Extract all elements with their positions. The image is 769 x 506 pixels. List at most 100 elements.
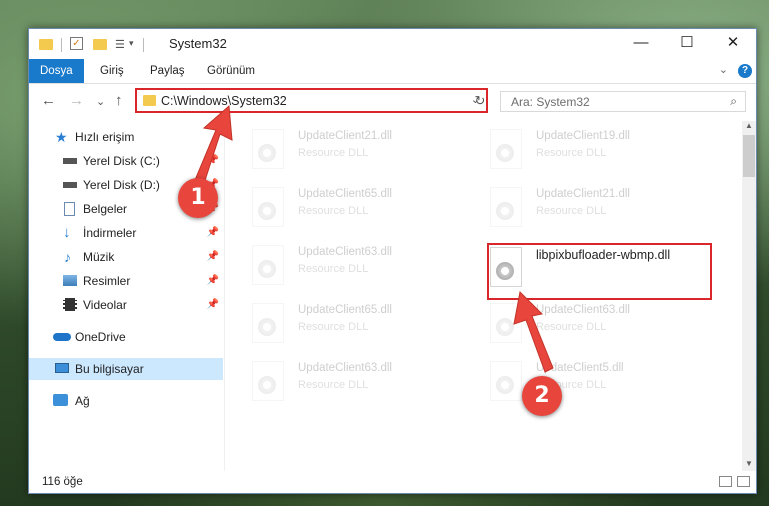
file-item[interactable]: UpdateClient21.dll Resource DLL bbox=[226, 125, 456, 173]
sidebar-item-label: Videolar bbox=[83, 298, 127, 312]
sidebar-item-quick-access[interactable]: ★ Hızlı erişim bbox=[29, 126, 223, 148]
file-item[interactable]: UpdateClient19.dll Resource DLL bbox=[464, 125, 694, 173]
file-item[interactable]: UpdateClient63.dll Resource DLL bbox=[226, 241, 456, 289]
sidebar-item-pictures[interactable]: Resimler 📌 bbox=[29, 270, 223, 292]
forward-button[interactable]: → bbox=[69, 92, 84, 109]
window-title: System32 bbox=[169, 36, 227, 51]
minimize-button[interactable]: — bbox=[618, 29, 664, 59]
folder-icon bbox=[143, 95, 156, 106]
file-list: UpdateClient21.dll Resource DLL UpdateCl… bbox=[226, 121, 738, 471]
sidebar-item-videos[interactable]: Videolar 📌 bbox=[29, 294, 223, 316]
search-input[interactable]: Ara: System32 ⌕ bbox=[500, 91, 746, 112]
file-type: Resource DLL bbox=[298, 205, 369, 217]
sidebar-item-network[interactable]: Ağ bbox=[29, 390, 223, 412]
sidebar-item-label: Ağ bbox=[75, 394, 90, 408]
gear-icon bbox=[258, 318, 276, 336]
network-icon bbox=[53, 394, 68, 406]
gear-icon bbox=[496, 318, 514, 336]
properties-icon[interactable]: ✓ bbox=[70, 37, 83, 50]
sidebar-item-this-pc[interactable]: Bu bilgisayar bbox=[29, 358, 223, 380]
file-item-libpixbufloader-wbmp[interactable]: libpixbufloader-wbmp.dll bbox=[490, 243, 730, 291]
file-type: Resource DLL bbox=[298, 321, 369, 333]
maximize-button[interactable]: ☐ bbox=[664, 29, 710, 59]
status-bar: 116 öğe bbox=[29, 471, 756, 493]
details-view-icon[interactable] bbox=[719, 476, 732, 487]
address-bar[interactable]: C:\Windows\System32 ⌄ bbox=[135, 88, 488, 113]
scroll-down-icon[interactable]: ▼ bbox=[742, 459, 756, 471]
sidebar-item-downloads[interactable]: ↓ İndirmeler 📌 bbox=[29, 222, 223, 244]
back-button[interactable]: ← bbox=[41, 92, 56, 109]
sidebar-item-music[interactable]: ♪ Müzik 📌 bbox=[29, 246, 223, 268]
step-2-badge: 2 bbox=[522, 376, 562, 416]
up-button[interactable]: ↑ bbox=[115, 92, 123, 109]
file-item[interactable]: UpdateClient65.dll Resource DLL bbox=[226, 183, 456, 231]
file-item[interactable]: UpdateClient63.dll Resource DLL bbox=[226, 357, 456, 405]
view-icon[interactable]: ☰ bbox=[115, 38, 125, 51]
file-name: UpdateClient19.dll bbox=[536, 130, 630, 142]
file-name: libpixbufloader-wbmp.dll bbox=[536, 248, 671, 262]
file-item[interactable]: UpdateClient21.dll Resource DLL bbox=[464, 183, 694, 231]
search-placeholder: Ara: System32 bbox=[511, 95, 590, 109]
file-name: UpdateClient5.dll bbox=[536, 362, 624, 374]
close-button[interactable]: ✕ bbox=[710, 29, 756, 59]
help-button[interactable]: ? bbox=[738, 64, 752, 78]
file-name: UpdateClient65.dll bbox=[298, 304, 392, 316]
dll-file-icon bbox=[490, 361, 522, 401]
step-1-badge: 1 bbox=[178, 178, 218, 218]
drive-icon bbox=[63, 158, 77, 164]
file-type: Resource DLL bbox=[298, 263, 369, 275]
file-type: Resource DLL bbox=[536, 205, 607, 217]
tab-view[interactable]: Görünüm bbox=[196, 59, 266, 83]
gear-icon bbox=[258, 260, 276, 278]
sidebar-item-onedrive[interactable]: OneDrive bbox=[29, 326, 223, 348]
address-path[interactable]: C:\Windows\System32 bbox=[161, 94, 287, 108]
gear-icon bbox=[496, 144, 514, 162]
pin-icon[interactable]: 📌 bbox=[207, 294, 219, 316]
gear-icon bbox=[496, 202, 514, 220]
tab-share[interactable]: Paylaş bbox=[139, 59, 196, 83]
file-item[interactable]: UpdateClient65.dll Resource DLL bbox=[226, 299, 456, 347]
dll-file-icon bbox=[252, 129, 284, 169]
pin-icon[interactable]: 📌 bbox=[207, 270, 219, 292]
scrollbar-thumb[interactable] bbox=[743, 135, 755, 177]
star-icon: ★ bbox=[55, 129, 68, 145]
recent-locations-button[interactable]: ⌄ bbox=[96, 95, 105, 108]
file-type: Resource DLL bbox=[536, 321, 607, 333]
new-folder-icon[interactable] bbox=[93, 39, 107, 50]
tab-home[interactable]: Giriş bbox=[89, 59, 135, 83]
folder-icon bbox=[39, 39, 53, 50]
dll-file-icon bbox=[490, 303, 522, 343]
file-name: UpdateClient63.dll bbox=[298, 246, 392, 258]
file-type: Resource DLL bbox=[298, 147, 369, 159]
refresh-button[interactable]: ↻ bbox=[470, 90, 490, 111]
tab-file[interactable]: Dosya bbox=[29, 59, 84, 83]
sidebar-item-label: Hızlı erişim bbox=[75, 130, 135, 144]
scroll-up-icon[interactable]: ▲ bbox=[742, 121, 756, 133]
download-icon: ↓ bbox=[63, 224, 71, 241]
vertical-scrollbar[interactable]: ▲ ▼ bbox=[742, 121, 756, 471]
sidebar-item-label: İndirmeler bbox=[83, 226, 137, 240]
file-name: UpdateClient65.dll bbox=[298, 188, 392, 200]
pin-icon[interactable]: 📌 bbox=[207, 222, 219, 244]
music-icon: ♪ bbox=[64, 249, 71, 265]
chevron-down-icon[interactable]: ⌄ bbox=[719, 63, 728, 76]
file-item[interactable]: UpdateClient63.dll Resource DLL bbox=[464, 299, 694, 347]
search-icon[interactable]: ⌕ bbox=[730, 94, 737, 109]
file-item[interactable]: UpdateClient5.dll Resource DLL bbox=[464, 357, 694, 405]
dll-file-icon bbox=[252, 187, 284, 227]
explorer-window: ✓ ☰ ▾ System32 — ☐ ✕ Dosya Giriş Paylaş … bbox=[28, 28, 757, 494]
sidebar-item-label: OneDrive bbox=[75, 330, 126, 344]
pin-icon[interactable]: 📌 bbox=[207, 246, 219, 268]
sidebar-item-drive-c[interactable]: Yerel Disk (C:) 📌 bbox=[29, 150, 223, 172]
sidebar-item-label: Resimler bbox=[83, 274, 131, 288]
sidebar-item-label: Bu bilgisayar bbox=[75, 362, 144, 376]
file-type: Resource DLL bbox=[536, 147, 607, 159]
large-icons-view-icon[interactable] bbox=[737, 476, 750, 487]
file-type: Resource DLL bbox=[298, 379, 369, 391]
customize-quick-access-icon[interactable]: ▾ bbox=[129, 38, 134, 49]
sidebar-item-label: Müzik bbox=[83, 250, 115, 264]
gear-icon bbox=[258, 376, 276, 394]
pin-icon[interactable]: 📌 bbox=[207, 150, 219, 172]
file-name: UpdateClient63.dll bbox=[536, 304, 630, 316]
dll-file-icon bbox=[252, 361, 284, 401]
